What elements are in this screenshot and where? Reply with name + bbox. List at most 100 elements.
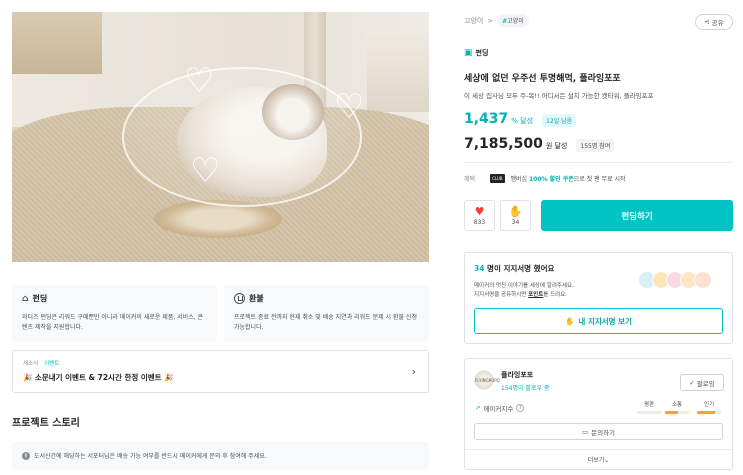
divider xyxy=(465,449,732,450)
supporter-signature-panel: 34 명이 지지서명 했어요 메이커의 멋진 이야기를 세상에 알려주세요. 지… xyxy=(464,252,733,344)
refund-info-title: 환불 xyxy=(249,294,264,303)
maker-avatar[interactable]: FLYINGPOPO xyxy=(474,370,500,390)
metric-bar xyxy=(697,411,721,414)
benefit-label: 혜택 xyxy=(464,176,476,183)
club-logo-icon: CLUB xyxy=(490,174,505,183)
hero-shelf xyxy=(12,12,102,74)
share-label: 공유 xyxy=(711,19,724,27)
maker-index-label: 메이커지수 xyxy=(483,405,514,413)
benefit-text-pre: 멤버십 xyxy=(510,176,529,183)
like-button[interactable]: ♥ 833 xyxy=(464,200,495,231)
metric-bar xyxy=(665,411,689,414)
follow-button[interactable]: ✓ 팔로잉 xyxy=(680,374,724,391)
funding-badge-label: 펀딩 xyxy=(475,49,489,57)
funded-amount: 7,185,500 원 달성 155명 참여 xyxy=(464,136,615,152)
benefit-row: 혜택 CLUB 멤버십 100% 할인 쿠폰으로 첫 팬 무료 시작 xyxy=(464,174,626,183)
supporters-line1: 메이커의 멋진 이야기를 세상에 알려주세요. xyxy=(474,283,574,289)
event-banner[interactable]: 새소식 이벤트 🎉 소문내기 이벤트 & 72시간 한정 이벤트 🎉 › xyxy=(12,350,429,393)
metric-bar xyxy=(637,411,661,414)
achievement-unit: % 달성 xyxy=(511,117,534,125)
supporters-count: 34 xyxy=(474,264,485,273)
cheer-count: 34 xyxy=(511,218,520,226)
trend-arrow-icon: ↗ xyxy=(475,404,481,412)
maker-index: ↗ 메이커지수 ? xyxy=(475,403,525,413)
breadcrumb-category[interactable]: 고양이 xyxy=(464,16,483,26)
metric-fill xyxy=(697,411,715,414)
funding-badge: ▣ 펀딩 xyxy=(464,48,488,58)
gift-icon: ▣ xyxy=(464,48,473,58)
achievement-percent: 1,437 xyxy=(464,111,509,127)
avatar xyxy=(694,271,712,289)
chat-icon: ▭ xyxy=(581,427,589,436)
event-crumb-label: 새소식 xyxy=(23,361,39,367)
breadcrumb-tag[interactable]: #고양이 xyxy=(497,14,529,27)
share-button[interactable]: ⩤ 공유 xyxy=(695,14,733,30)
supporters-line2-post: 를 드려요. xyxy=(543,292,568,298)
building-icon: ⌂ xyxy=(22,293,29,304)
breadcrumb-tag-label: 고양이 xyxy=(507,18,524,25)
metric-label: 소통 xyxy=(671,402,683,408)
cheer-hand-icon: ✋ xyxy=(508,204,523,218)
refund-info-box: 환불 프로젝트 종료 전까지 현재 취소 및 배송 지연과 리워드 문제 시 환… xyxy=(224,285,429,341)
divider xyxy=(464,162,733,163)
heart-doodle-icon: ♡ xyxy=(184,61,215,101)
maker-followers: 154명이 팔로우 중 xyxy=(501,385,550,392)
shipping-notice: i 도서산간에 해당하는 서포터님은 배송 가능 여부를 반드시 메이커에게 문… xyxy=(12,442,429,469)
achievement-rate: 1,437 % 달성 12일 남음 xyxy=(464,111,577,127)
cheer-hand-icon: ✋ xyxy=(565,316,575,326)
breadcrumb-separator: > xyxy=(487,16,494,25)
inquiry-label: 문의하기 xyxy=(591,428,616,437)
more-label: 더보기 xyxy=(587,457,605,464)
help-icon[interactable]: ? xyxy=(516,404,525,412)
cheer-button[interactable]: ✋ 34 xyxy=(500,200,531,231)
check-icon: ✓ xyxy=(689,378,695,387)
project-title: 세상에 없던 우주선 투명해먹, 플라잉포포 xyxy=(464,74,621,84)
refund-info-title-row: 환불 xyxy=(234,293,419,304)
metric-communication: 소통 xyxy=(665,400,689,414)
inquiry-button[interactable]: ▭ 문의하기 xyxy=(474,423,723,440)
my-signature-label: 내 지지서명 보기 xyxy=(578,316,632,326)
supporters-body: 메이커의 멋진 이야기를 세상에 알려주세요. 지지서명을 공유하시면 포인트를… xyxy=(474,282,614,300)
point-link[interactable]: 포인트 xyxy=(528,292,543,298)
event-crumb-active: 이벤트 xyxy=(44,361,60,367)
chevron-right-icon: › xyxy=(411,365,416,378)
days-left-chip: 12일 남음 xyxy=(542,114,577,127)
heart-icon: ♥ xyxy=(474,204,485,218)
share-icon: ⩤ xyxy=(704,17,710,26)
supporters-head-text: 명이 지지서명 했어요 xyxy=(484,264,555,273)
event-crumb: 새소식 이벤트 xyxy=(23,359,418,367)
funding-info-desc: 와디즈 펀딩은 리워드 구매뿐만 아니라 메이커의 새로운 제품, 서비스, 콘… xyxy=(22,314,204,331)
shipping-notice-text: 도서산간에 해당하는 서포터님은 배송 가능 여부를 반드시 메이커에게 문의 … xyxy=(34,453,267,460)
event-text: 🎉 소문내기 이벤트 & 72시간 한정 이벤트 🎉 xyxy=(23,373,174,382)
more-button[interactable]: 더보기⌄ xyxy=(465,455,732,464)
follow-label: 팔로잉 xyxy=(696,379,715,388)
story-title: 프로젝트 스토리 xyxy=(12,418,80,429)
maker-panel: FLYINGPOPO 플라잉포포 154명이 팔로우 중 ✓ 팔로잉 ↗ 메이커… xyxy=(464,358,733,470)
benefit-text: 멤버십 100% 할인 쿠폰으로 첫 팬 무료 시작 xyxy=(511,174,626,183)
supporters-chip: 155명 참여 xyxy=(576,139,615,152)
funding-info-title: 펀딩 xyxy=(32,294,48,303)
project-hero-image: ♡ ♡ ♡ xyxy=(12,12,429,262)
maker-name[interactable]: 플라잉포포 xyxy=(501,370,533,380)
heart-doodle-icon: ♡ xyxy=(334,87,365,127)
info-icon: i xyxy=(22,451,30,460)
amount-value: 7,185,500 xyxy=(464,136,543,152)
chevron-down-icon: ⌄ xyxy=(604,457,610,464)
my-signature-button[interactable]: ✋ 내 지지서명 보기 xyxy=(474,308,723,334)
hero-transparent-bowl xyxy=(122,67,362,207)
fund-button[interactable]: 펀딩하기 xyxy=(541,200,733,231)
metric-popularity: 인기 xyxy=(697,400,721,414)
metric-reputation: 평판 xyxy=(637,400,661,414)
heart-doodle-icon: ♡ xyxy=(190,151,221,191)
supporters-line2: 지지서명을 공유하시면 포인트를 드려요. xyxy=(474,291,614,300)
refund-clock-icon xyxy=(234,293,245,304)
refund-info-desc: 프로젝트 종료 전까지 현재 취소 및 배송 지연과 리워드 문제 시 환불 신… xyxy=(234,314,417,331)
metric-label: 인기 xyxy=(703,402,715,408)
supporters-line2-pre: 지지서명을 공유하시면 xyxy=(474,292,529,298)
project-subtitle: 이 세상 집사님 모두 주-목!! 어디서든 설치 가능한 캣타워, 플라잉포포 xyxy=(464,92,654,100)
funding-info-title-row: ⌂ 펀딩 xyxy=(22,293,207,304)
benefit-highlight: 100% 할인 쿠폰 xyxy=(528,176,574,183)
hero-shelf-right xyxy=(367,32,429,112)
metric-label: 평판 xyxy=(643,402,655,408)
like-count: 833 xyxy=(473,218,486,226)
